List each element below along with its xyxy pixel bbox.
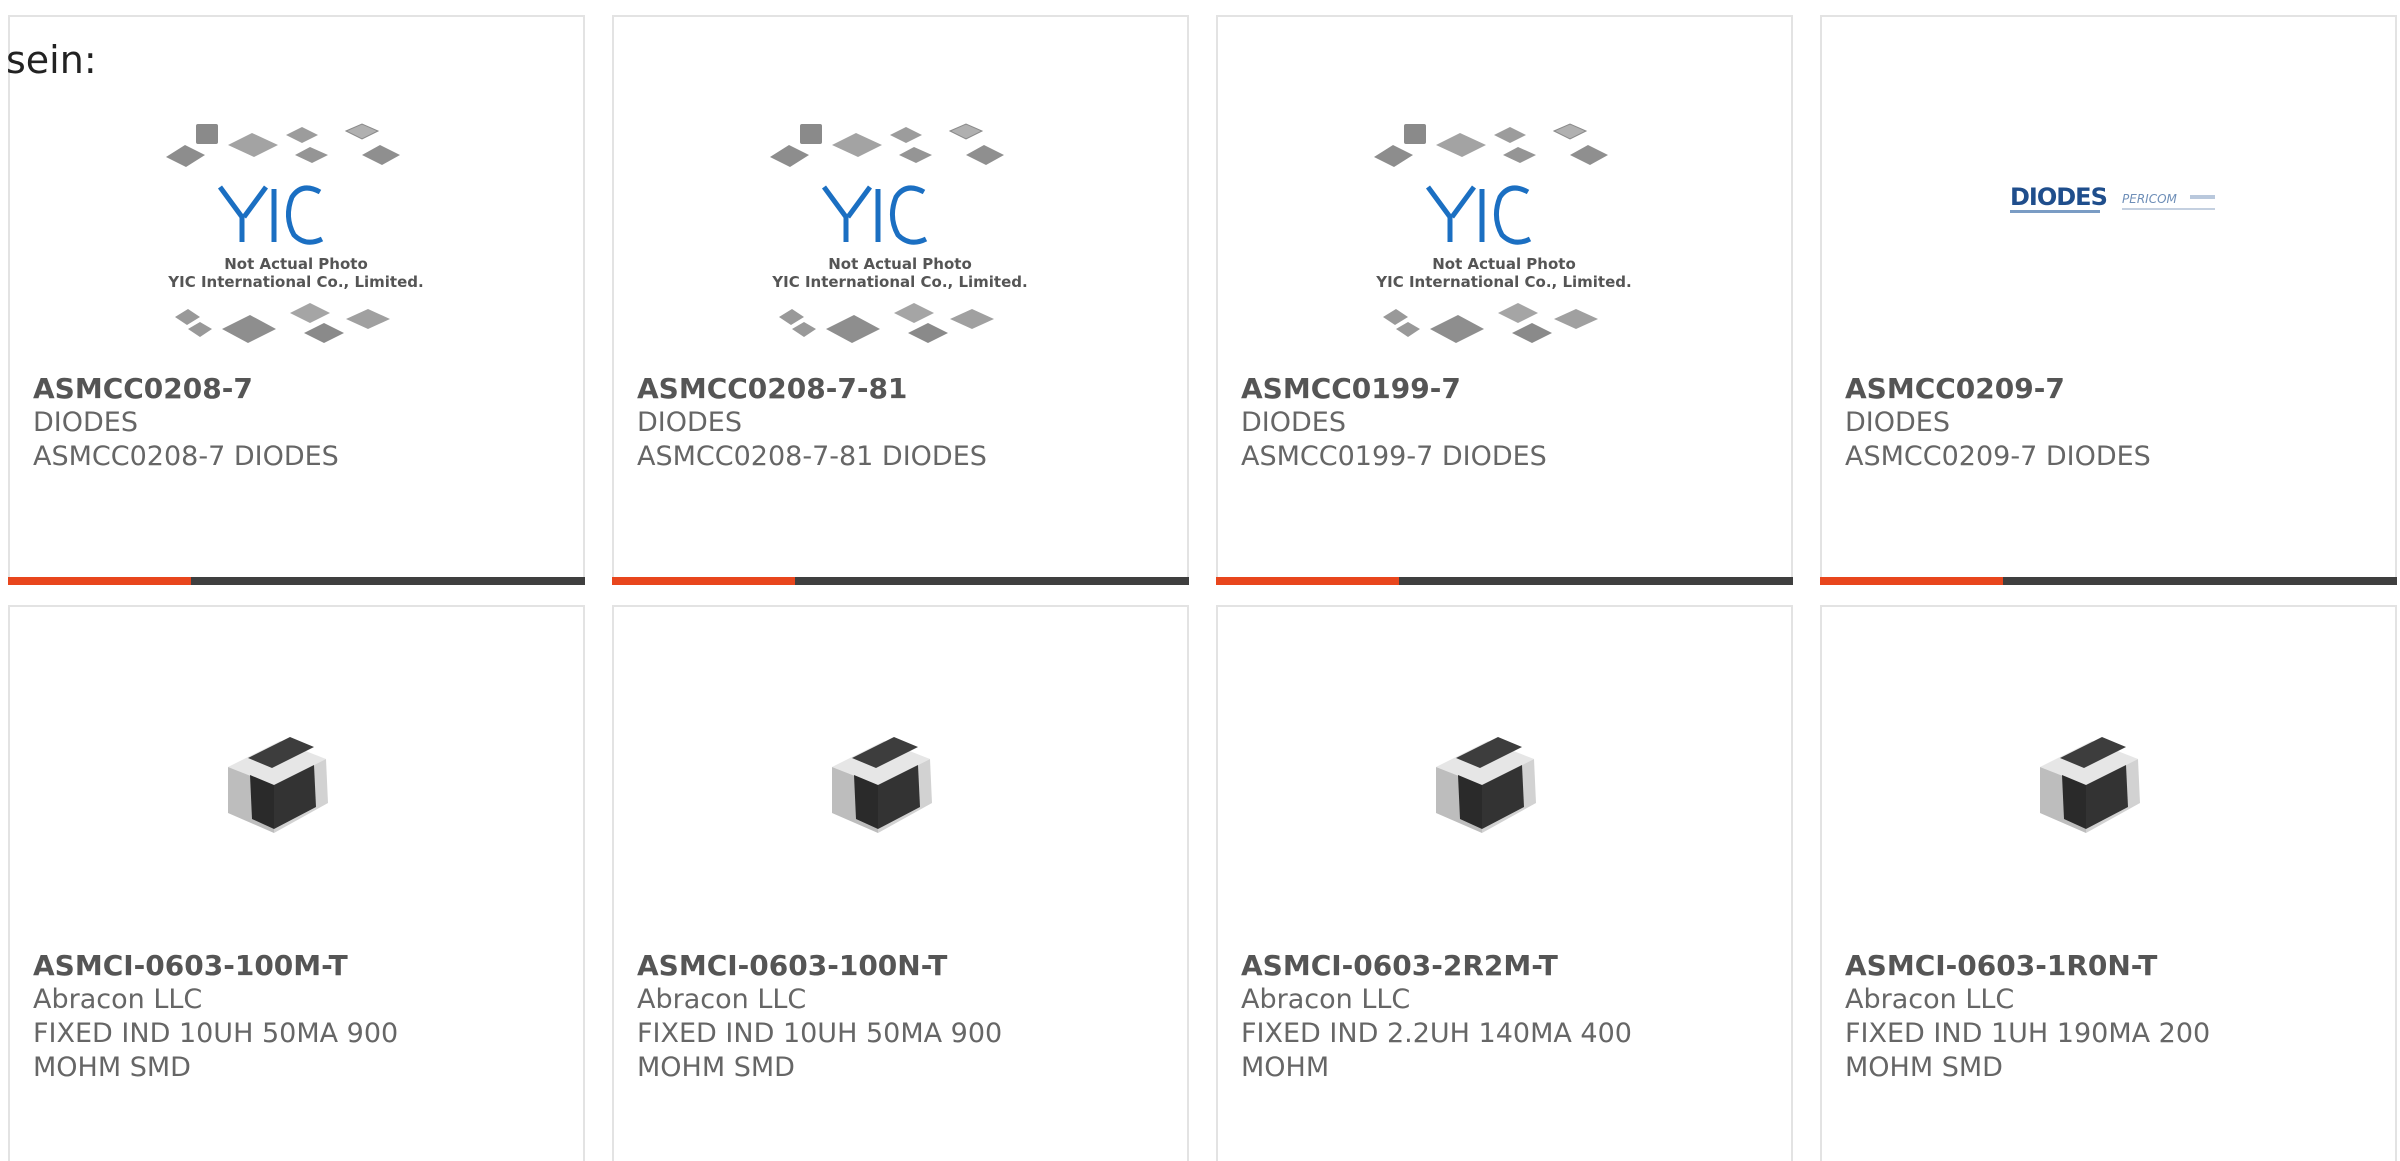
manufacturer: Abracon LLC: [637, 984, 807, 1015]
product-card[interactable]: Not Actual Photo YIC International Co., …: [612, 15, 1189, 585]
card-bottom-bar: [1216, 577, 1793, 585]
description-line-1: FIXED IND 10UH 50MA 900: [637, 1018, 1003, 1049]
yic-logo-icon: [1425, 185, 1532, 245]
yic-logo-icon: [217, 185, 324, 245]
product-info: ASMCC0208-7-81 DIODES ASMCC0208-7-81 DIO…: [637, 372, 1167, 474]
description-line-1: FIXED IND 2.2UH 140MA 400: [1241, 1018, 1632, 1049]
manufacturer: DIODES: [33, 407, 138, 438]
yic-caption-1: Not Actual Photo: [1432, 255, 1576, 273]
manufacturer: DIODES: [1845, 407, 1950, 438]
description: ASMCC0208-7-81 DIODES: [637, 441, 987, 472]
part-number-link[interactable]: ASMCC0199-7: [1241, 372, 1771, 406]
description-line-1: FIXED IND 1UH 190MA 200: [1845, 1018, 2211, 1049]
product-info: ASMCI-0603-1R0N-T Abracon LLC FIXED IND …: [1845, 949, 2375, 1085]
product-info: ASMCI-0603-100M-T Abracon LLC FIXED IND …: [33, 949, 563, 1085]
pericom-logo-tagline: [2122, 208, 2215, 210]
card-bottom-bar: [8, 577, 585, 585]
card-accent-bar: [1216, 577, 1399, 585]
description-line-2: MOHM SMD: [33, 1052, 191, 1083]
card-accent-bar: [612, 577, 795, 585]
product-card[interactable]: Not Actual Photo YIC International Co., …: [8, 15, 585, 585]
part-number-link[interactable]: ASMCI-0603-2R2M-T: [1241, 949, 1771, 983]
card-accent-bar: [8, 577, 191, 585]
product-card[interactable]: ASMCI-0603-2R2M-T Abracon LLC FIXED IND …: [1216, 605, 1793, 1161]
smd-inductor-icon: [228, 737, 328, 833]
product-info: ASMCI-0603-100N-T Abracon LLC FIXED IND …: [637, 949, 1167, 1085]
card-bottom-bar: [1820, 577, 2397, 585]
chip-icons-bottom: [175, 303, 390, 343]
smd-inductor-icon: [1436, 737, 1536, 833]
diodes-logo-text: DIODES: [2010, 183, 2107, 211]
product-info: ASMCC0208-7 DIODES ASMCC0208-7 DIODES: [33, 372, 563, 474]
chip-icons-bottom: [1383, 303, 1598, 343]
manufacturer: Abracon LLC: [1845, 984, 2015, 1015]
product-card[interactable]: ASMCI-0603-100N-T Abracon LLC FIXED IND …: [612, 605, 1189, 1161]
card-bottom-bar: [612, 577, 1189, 585]
product-card[interactable]: Not Actual Photo YIC International Co., …: [1216, 15, 1793, 585]
yic-caption-2: YIC International Co., Limited.: [1375, 273, 1631, 291]
product-card[interactable]: ASMCI-0603-1R0N-T Abracon LLC FIXED IND …: [1820, 605, 2397, 1161]
chip-icons-top: [1374, 123, 1608, 167]
yic-caption-1: Not Actual Photo: [828, 255, 972, 273]
manufacturer: DIODES: [1241, 407, 1346, 438]
smd-inductor-icon: [832, 737, 932, 833]
product-image-diodes-logo[interactable]: DIODES PERICOM: [1822, 97, 2395, 367]
product-image-smd-inductor[interactable]: [10, 717, 583, 957]
product-image-yic-placeholder[interactable]: Not Actual Photo YIC International Co., …: [614, 97, 1187, 367]
description-line-2: MOHM: [1241, 1052, 1330, 1083]
yic-caption-1: Not Actual Photo: [224, 255, 368, 273]
part-number-link[interactable]: ASMCI-0603-100M-T: [33, 949, 563, 983]
card-accent-bar: [1820, 577, 2003, 585]
product-info: ASMCC0199-7 DIODES ASMCC0199-7 DIODES: [1241, 372, 1771, 474]
product-info: ASMCC0209-7 DIODES ASMCC0209-7 DIODES: [1845, 372, 2375, 474]
chip-icons-top: [166, 123, 400, 167]
description: ASMCC0199-7 DIODES: [1241, 441, 1547, 472]
product-image-yic-placeholder[interactable]: Not Actual Photo YIC International Co., …: [1218, 97, 1791, 367]
yic-logo-icon: [821, 185, 928, 245]
description: ASMCC0208-7 DIODES: [33, 441, 339, 472]
description-line-2: MOHM SMD: [1845, 1052, 2003, 1083]
part-number-link[interactable]: ASMCC0208-7-81: [637, 372, 1167, 406]
product-card[interactable]: DIODES PERICOM ASMCC0209-7 DIODES ASMCC0…: [1820, 15, 2397, 585]
smd-inductor-icon: [2040, 737, 2140, 833]
product-image-yic-placeholder[interactable]: Not Actual Photo YIC International Co., …: [10, 97, 583, 367]
product-card[interactable]: ASMCI-0603-100M-T Abracon LLC FIXED IND …: [8, 605, 585, 1161]
pericom-logo-text: PERICOM: [2122, 192, 2178, 206]
product-image-smd-inductor[interactable]: [614, 717, 1187, 957]
part-number-link[interactable]: ASMCC0208-7: [33, 372, 563, 406]
yic-caption-2: YIC International Co., Limited.: [167, 273, 423, 291]
product-listing-page: sein: Not Actual Photo YIC International…: [0, 0, 2400, 1161]
part-number-link[interactable]: ASMCI-0603-1R0N-T: [1845, 949, 2375, 983]
yic-caption-2: YIC International Co., Limited.: [771, 273, 1027, 291]
manufacturer: DIODES: [637, 407, 742, 438]
description-line-2: MOHM SMD: [637, 1052, 795, 1083]
product-image-smd-inductor[interactable]: [1822, 717, 2395, 957]
part-number-link[interactable]: ASMCC0209-7: [1845, 372, 2375, 406]
intro-text: sein:: [6, 38, 97, 82]
description: ASMCC0209-7 DIODES: [1845, 441, 2151, 472]
chip-icons-top: [770, 123, 1004, 167]
product-image-smd-inductor[interactable]: [1218, 717, 1791, 957]
chip-icons-bottom: [779, 303, 994, 343]
manufacturer: Abracon LLC: [1241, 984, 1411, 1015]
diodes-logo-underline: [2010, 210, 2100, 213]
description-line-1: FIXED IND 10UH 50MA 900: [33, 1018, 399, 1049]
pericom-logo-mark: [2190, 195, 2215, 199]
product-info: ASMCI-0603-2R2M-T Abracon LLC FIXED IND …: [1241, 949, 1771, 1085]
manufacturer: Abracon LLC: [33, 984, 203, 1015]
part-number-link[interactable]: ASMCI-0603-100N-T: [637, 949, 1167, 983]
